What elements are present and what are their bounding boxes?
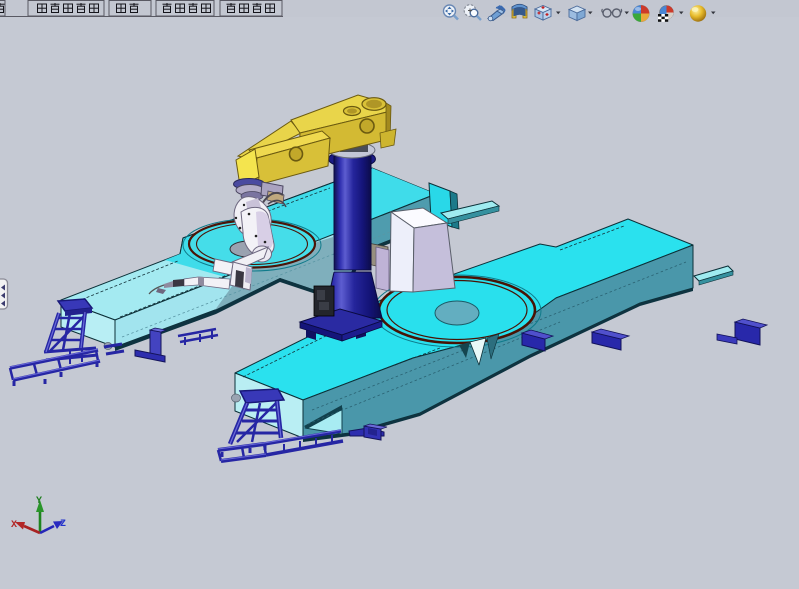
svg-text:Y: Y xyxy=(36,496,42,507)
svg-text:Z: Z xyxy=(60,519,66,530)
svg-text:X: X xyxy=(11,520,17,531)
